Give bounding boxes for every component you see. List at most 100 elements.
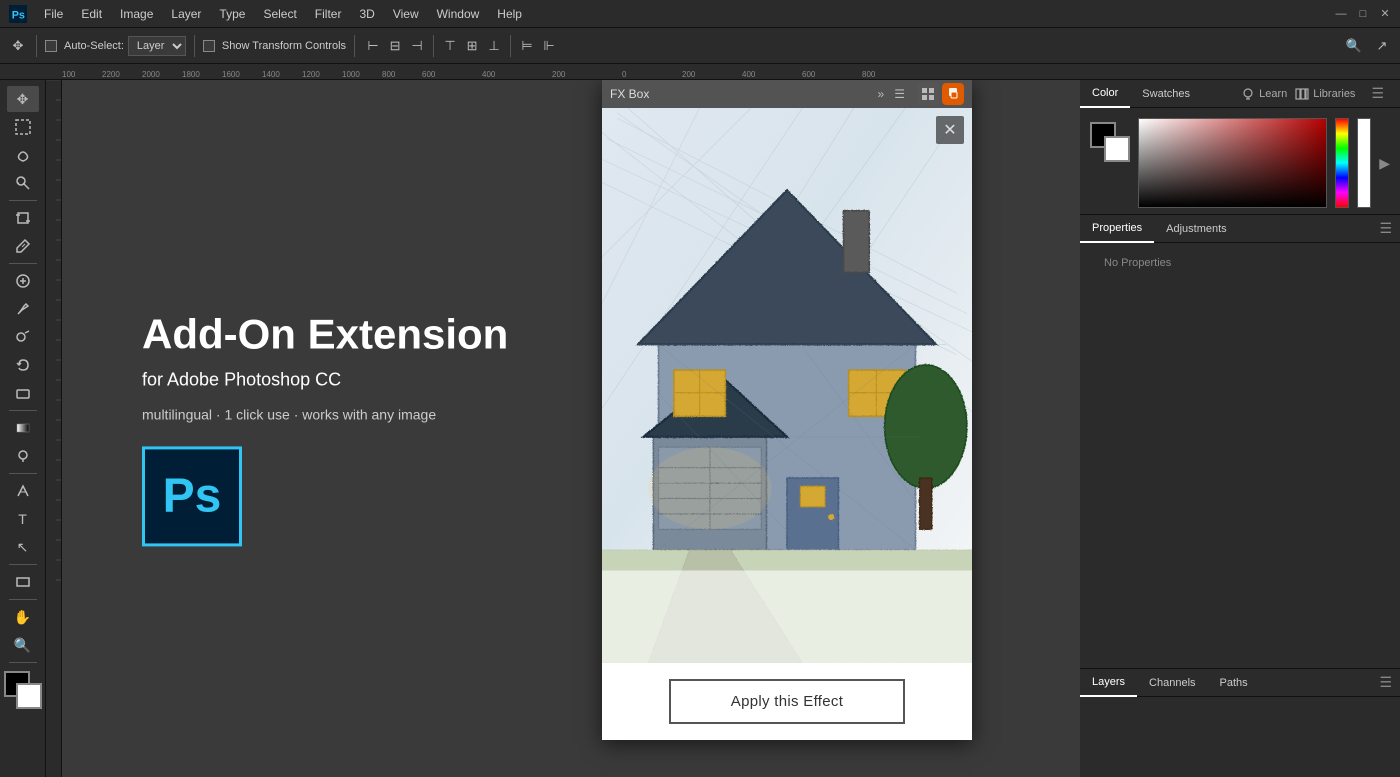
properties-tab[interactable]: Properties bbox=[1080, 215, 1154, 243]
toolbar-sep-4 bbox=[433, 35, 434, 57]
align-bottom-icon[interactable]: ⊥ bbox=[484, 36, 504, 56]
menu-file[interactable]: File bbox=[36, 5, 71, 23]
menu-edit[interactable]: Edit bbox=[73, 5, 110, 23]
fx-menu-btn[interactable]: ☰ bbox=[892, 87, 907, 101]
move-tool-option[interactable]: ✥ bbox=[8, 36, 28, 56]
fx-close-button[interactable]: ✕ bbox=[936, 116, 964, 144]
minimize-button[interactable]: — bbox=[1334, 7, 1348, 21]
color-spectrum-arrow[interactable]: ▶ bbox=[1379, 155, 1390, 172]
align-center-v-icon[interactable]: ⊞ bbox=[462, 36, 482, 56]
align-top-icon[interactable]: ⊤ bbox=[440, 36, 460, 56]
lasso-tool[interactable] bbox=[7, 142, 39, 168]
channels-tab[interactable]: Channels bbox=[1137, 669, 1207, 697]
menu-bar: Ps File Edit Image Layer Type Select Fil… bbox=[0, 0, 1400, 28]
color-tab[interactable]: Color bbox=[1080, 80, 1130, 108]
menu-help[interactable]: Help bbox=[489, 5, 530, 23]
fx-grid-icon[interactable] bbox=[917, 83, 939, 105]
fx-expand-btn[interactable]: » bbox=[876, 87, 887, 101]
distribute-h-icon[interactable]: ⊨ bbox=[517, 36, 537, 56]
adjustments-tab[interactable]: Adjustments bbox=[1154, 215, 1239, 243]
hand-tool[interactable]: ✋ bbox=[7, 604, 39, 630]
promo-description: multilingual · 1 click use · works with … bbox=[142, 406, 508, 422]
apply-effect-button[interactable]: Apply this Effect bbox=[669, 679, 905, 724]
clone-tool[interactable] bbox=[7, 324, 39, 350]
menu-view[interactable]: View bbox=[385, 5, 427, 23]
layers-section: Layers Channels Paths ☰ bbox=[1080, 668, 1400, 777]
layers-menu-icon[interactable]: ☰ bbox=[1371, 674, 1400, 691]
align-right-icon[interactable]: ⊣ bbox=[407, 36, 427, 56]
color-tabs-row: Color Swatches Learn Libraries ☰ bbox=[1080, 80, 1400, 108]
align-left-icon[interactable]: ⊢ bbox=[363, 36, 383, 56]
share-icon[interactable]: ↗ bbox=[1372, 36, 1392, 56]
menu-select[interactable]: Select bbox=[255, 5, 304, 23]
learn-label: Learn bbox=[1259, 88, 1287, 100]
move-tool[interactable]: ✥ bbox=[7, 86, 39, 112]
search-icon[interactable]: 🔍 bbox=[1344, 36, 1364, 56]
promo-content: Add-On Extension for Adobe Photoshop CC … bbox=[142, 311, 508, 546]
layers-content bbox=[1080, 697, 1400, 777]
swatches-tab[interactable]: Swatches bbox=[1130, 80, 1202, 108]
window-controls: — □ ✕ bbox=[1334, 7, 1392, 21]
menu-layer[interactable]: Layer bbox=[163, 5, 209, 23]
promo-subtitle: for Adobe Photoshop CC bbox=[142, 369, 508, 390]
history-tool[interactable] bbox=[7, 352, 39, 378]
distribute-v-icon[interactable]: ⊩ bbox=[539, 36, 559, 56]
gradient-tool[interactable] bbox=[7, 415, 39, 441]
auto-select-checkbox[interactable] bbox=[45, 40, 57, 52]
layers-tab[interactable]: Layers bbox=[1080, 669, 1137, 697]
eyedropper-tool[interactable] bbox=[7, 233, 39, 259]
canvas-background: Add-On Extension for Adobe Photoshop CC … bbox=[62, 80, 1080, 777]
rectangle-tool[interactable] bbox=[7, 569, 39, 595]
eraser-tool[interactable] bbox=[7, 380, 39, 406]
menu-window[interactable]: Window bbox=[429, 5, 488, 23]
paths-tab[interactable]: Paths bbox=[1208, 669, 1260, 697]
panel-spacer bbox=[1080, 363, 1400, 668]
brush-tool[interactable] bbox=[7, 296, 39, 322]
dodge-tool[interactable] bbox=[7, 443, 39, 469]
panel-menu-icon[interactable]: ☰ bbox=[1363, 85, 1392, 102]
healing-tool[interactable] bbox=[7, 268, 39, 294]
color-gradient-picker[interactable] bbox=[1138, 118, 1327, 208]
color-opacity-bar[interactable] bbox=[1357, 118, 1371, 208]
canvas-area: Add-On Extension for Adobe Photoshop CC … bbox=[62, 80, 1080, 777]
fx-panel-header: FX Box » ☰ bbox=[602, 80, 972, 108]
tool-sep-2 bbox=[9, 263, 37, 264]
properties-menu-icon[interactable]: ☰ bbox=[1371, 220, 1400, 237]
properties-content: No Properties bbox=[1080, 243, 1400, 363]
magic-wand-tool[interactable] bbox=[7, 170, 39, 196]
toolbox: ✥ bbox=[0, 80, 46, 777]
libraries-item[interactable]: Libraries bbox=[1295, 87, 1355, 101]
menu-type[interactable]: Type bbox=[211, 5, 253, 23]
app-icon: Ps bbox=[8, 4, 28, 24]
auto-select-type[interactable]: Layer bbox=[128, 36, 186, 56]
tool-sep-3 bbox=[9, 410, 37, 411]
background-swatch[interactable] bbox=[1104, 136, 1130, 162]
text-tool[interactable]: T bbox=[7, 506, 39, 532]
marquee-tool[interactable] bbox=[7, 114, 39, 140]
fx-plugin-icon[interactable] bbox=[942, 83, 964, 105]
layers-tabs-row: Layers Channels Paths ☰ bbox=[1080, 669, 1400, 697]
fx-panel-title: FX Box bbox=[610, 87, 649, 101]
fx-panel-controls: » ☰ bbox=[876, 83, 964, 105]
show-transform-checkbox[interactable] bbox=[203, 40, 215, 52]
pen-tool[interactable] bbox=[7, 478, 39, 504]
menu-filter[interactable]: Filter bbox=[307, 5, 350, 23]
promo-title: Add-On Extension bbox=[142, 311, 508, 357]
learn-item[interactable]: Learn bbox=[1241, 87, 1287, 101]
crop-tool[interactable] bbox=[7, 205, 39, 231]
align-center-h-icon[interactable]: ⊟ bbox=[385, 36, 405, 56]
selection-tool[interactable]: ↖ bbox=[7, 534, 39, 560]
close-button[interactable]: ✕ bbox=[1378, 7, 1392, 21]
fx-panel: FX Box » ☰ bbox=[602, 80, 972, 740]
menu-image[interactable]: Image bbox=[112, 5, 161, 23]
maximize-button[interactable]: □ bbox=[1356, 7, 1370, 21]
background-color[interactable] bbox=[16, 683, 42, 709]
tool-sep-5 bbox=[9, 564, 37, 565]
libraries-label: Libraries bbox=[1313, 88, 1355, 100]
menu-3d[interactable]: 3D bbox=[351, 5, 382, 23]
tool-sep-1 bbox=[9, 200, 37, 201]
zoom-tool[interactable]: 🔍 bbox=[7, 632, 39, 658]
color-spectrum-bar[interactable] bbox=[1335, 118, 1349, 208]
fx-house-image bbox=[602, 108, 972, 663]
toolbar-sep-3 bbox=[354, 35, 355, 57]
